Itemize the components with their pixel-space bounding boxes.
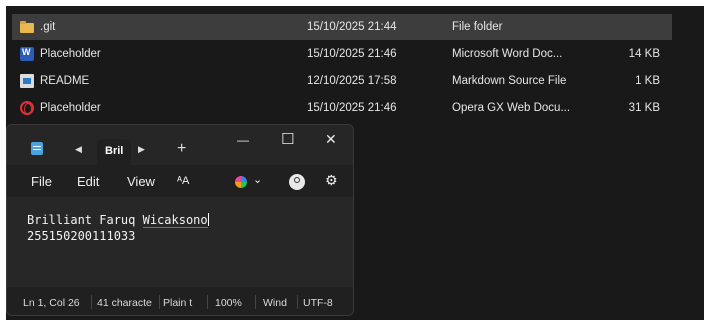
file-type: File folder: [452, 21, 503, 33]
copilot-icon[interactable]: [235, 176, 247, 188]
status-separator: [207, 295, 208, 309]
text-line-1: Brilliant Faruq Wicaksono: [27, 213, 209, 228]
status-bar: Ln 1, Col 26 41 characte Plain t 100% Wi…: [7, 287, 353, 315]
status-character-count: 41 characte: [97, 297, 152, 309]
tab-scroll-right-icon[interactable]: ▶: [138, 145, 145, 154]
file-type: Microsoft Word Doc...: [452, 48, 563, 60]
font-format-icon[interactable]: ᴬA: [177, 175, 189, 187]
file-name: .git: [40, 21, 56, 33]
menu-bar: File Edit View ᴬA ⌄ ⚙: [7, 165, 353, 197]
file-size: 1 KB: [635, 75, 660, 87]
file-row-readme[interactable]: README 12/10/2025 17:58 Markdown Source …: [12, 68, 672, 94]
word-doc-icon: [20, 47, 34, 61]
avatar-head: [294, 177, 300, 183]
markdown-file-icon: [20, 74, 34, 88]
file-type: Markdown Source File: [452, 75, 567, 87]
file-row-placeholder-html[interactable]: Placeholder 15/10/2025 21:46 Opera GX We…: [12, 95, 672, 121]
notepad-window: ◀ Bril ▶ + — ☐ ✕ File Edit View ᴬA ⌄ ⚙ B…: [6, 124, 354, 316]
file-date: 15/10/2025 21:46: [307, 48, 397, 60]
file-name-cell: Placeholder: [20, 101, 101, 115]
text-line-1-start: Brilliant Faruq: [27, 213, 143, 227]
notepad-app-icon: [31, 142, 43, 155]
file-name-cell: .git: [20, 21, 55, 33]
file-date: 15/10/2025 21:44: [307, 21, 397, 33]
file-size: 14 KB: [628, 48, 660, 60]
opera-gx-icon: [20, 101, 34, 115]
status-separator: [297, 295, 298, 309]
file-name: README: [40, 75, 90, 87]
account-avatar-icon[interactable]: [289, 174, 305, 190]
status-format[interactable]: Plain t: [163, 297, 203, 309]
file-row-placeholder-docx[interactable]: Placeholder 15/10/2025 21:46 Microsoft W…: [12, 41, 672, 67]
file-date: 15/10/2025 21:46: [307, 102, 397, 114]
new-tab-icon[interactable]: +: [177, 141, 186, 157]
file-size: 31 KB: [628, 102, 660, 114]
file-name: Placeholder: [40, 48, 101, 60]
close-icon[interactable]: ✕: [325, 131, 337, 148]
spellcheck-word: Wicaksono: [142, 213, 208, 228]
status-zoom[interactable]: 100%: [215, 297, 249, 309]
status-line-ending[interactable]: Wind: [263, 297, 295, 309]
tab-document[interactable]: Bril: [97, 139, 131, 165]
file-row-git[interactable]: .git 15/10/2025 21:44 File folder: [12, 14, 672, 40]
maximize-icon[interactable]: ☐: [281, 130, 294, 148]
tab-label: Bril: [105, 145, 124, 157]
menu-view[interactable]: View: [127, 174, 155, 189]
tab-scroll-left-icon[interactable]: ◀: [75, 145, 82, 154]
menu-file[interactable]: File: [31, 174, 52, 189]
file-name-cell: Placeholder: [20, 47, 101, 61]
copilot-dropdown-icon[interactable]: ⌄: [253, 173, 262, 186]
status-encoding[interactable]: UTF-8: [303, 297, 343, 309]
status-separator: [91, 295, 92, 309]
file-name-cell: README: [20, 74, 89, 88]
minimize-icon[interactable]: —: [237, 133, 249, 147]
text-line-2: 255150200111033: [27, 229, 136, 243]
file-date: 12/10/2025 17:58: [307, 75, 397, 87]
title-bar[interactable]: ◀ Bril ▶ + — ☐ ✕: [7, 125, 353, 165]
file-name: Placeholder: [40, 102, 101, 114]
status-cursor-position: Ln 1, Col 26: [23, 297, 80, 309]
file-type: Opera GX Web Docu...: [452, 102, 571, 114]
settings-gear-icon[interactable]: ⚙: [325, 172, 338, 189]
status-separator: [159, 295, 160, 309]
menu-edit[interactable]: Edit: [77, 174, 99, 189]
folder-icon: [20, 21, 34, 33]
text-caret: [207, 213, 209, 226]
text-editor-area[interactable]: Brilliant Faruq Wicaksono 25515020011103…: [7, 197, 353, 287]
status-separator: [255, 295, 256, 309]
